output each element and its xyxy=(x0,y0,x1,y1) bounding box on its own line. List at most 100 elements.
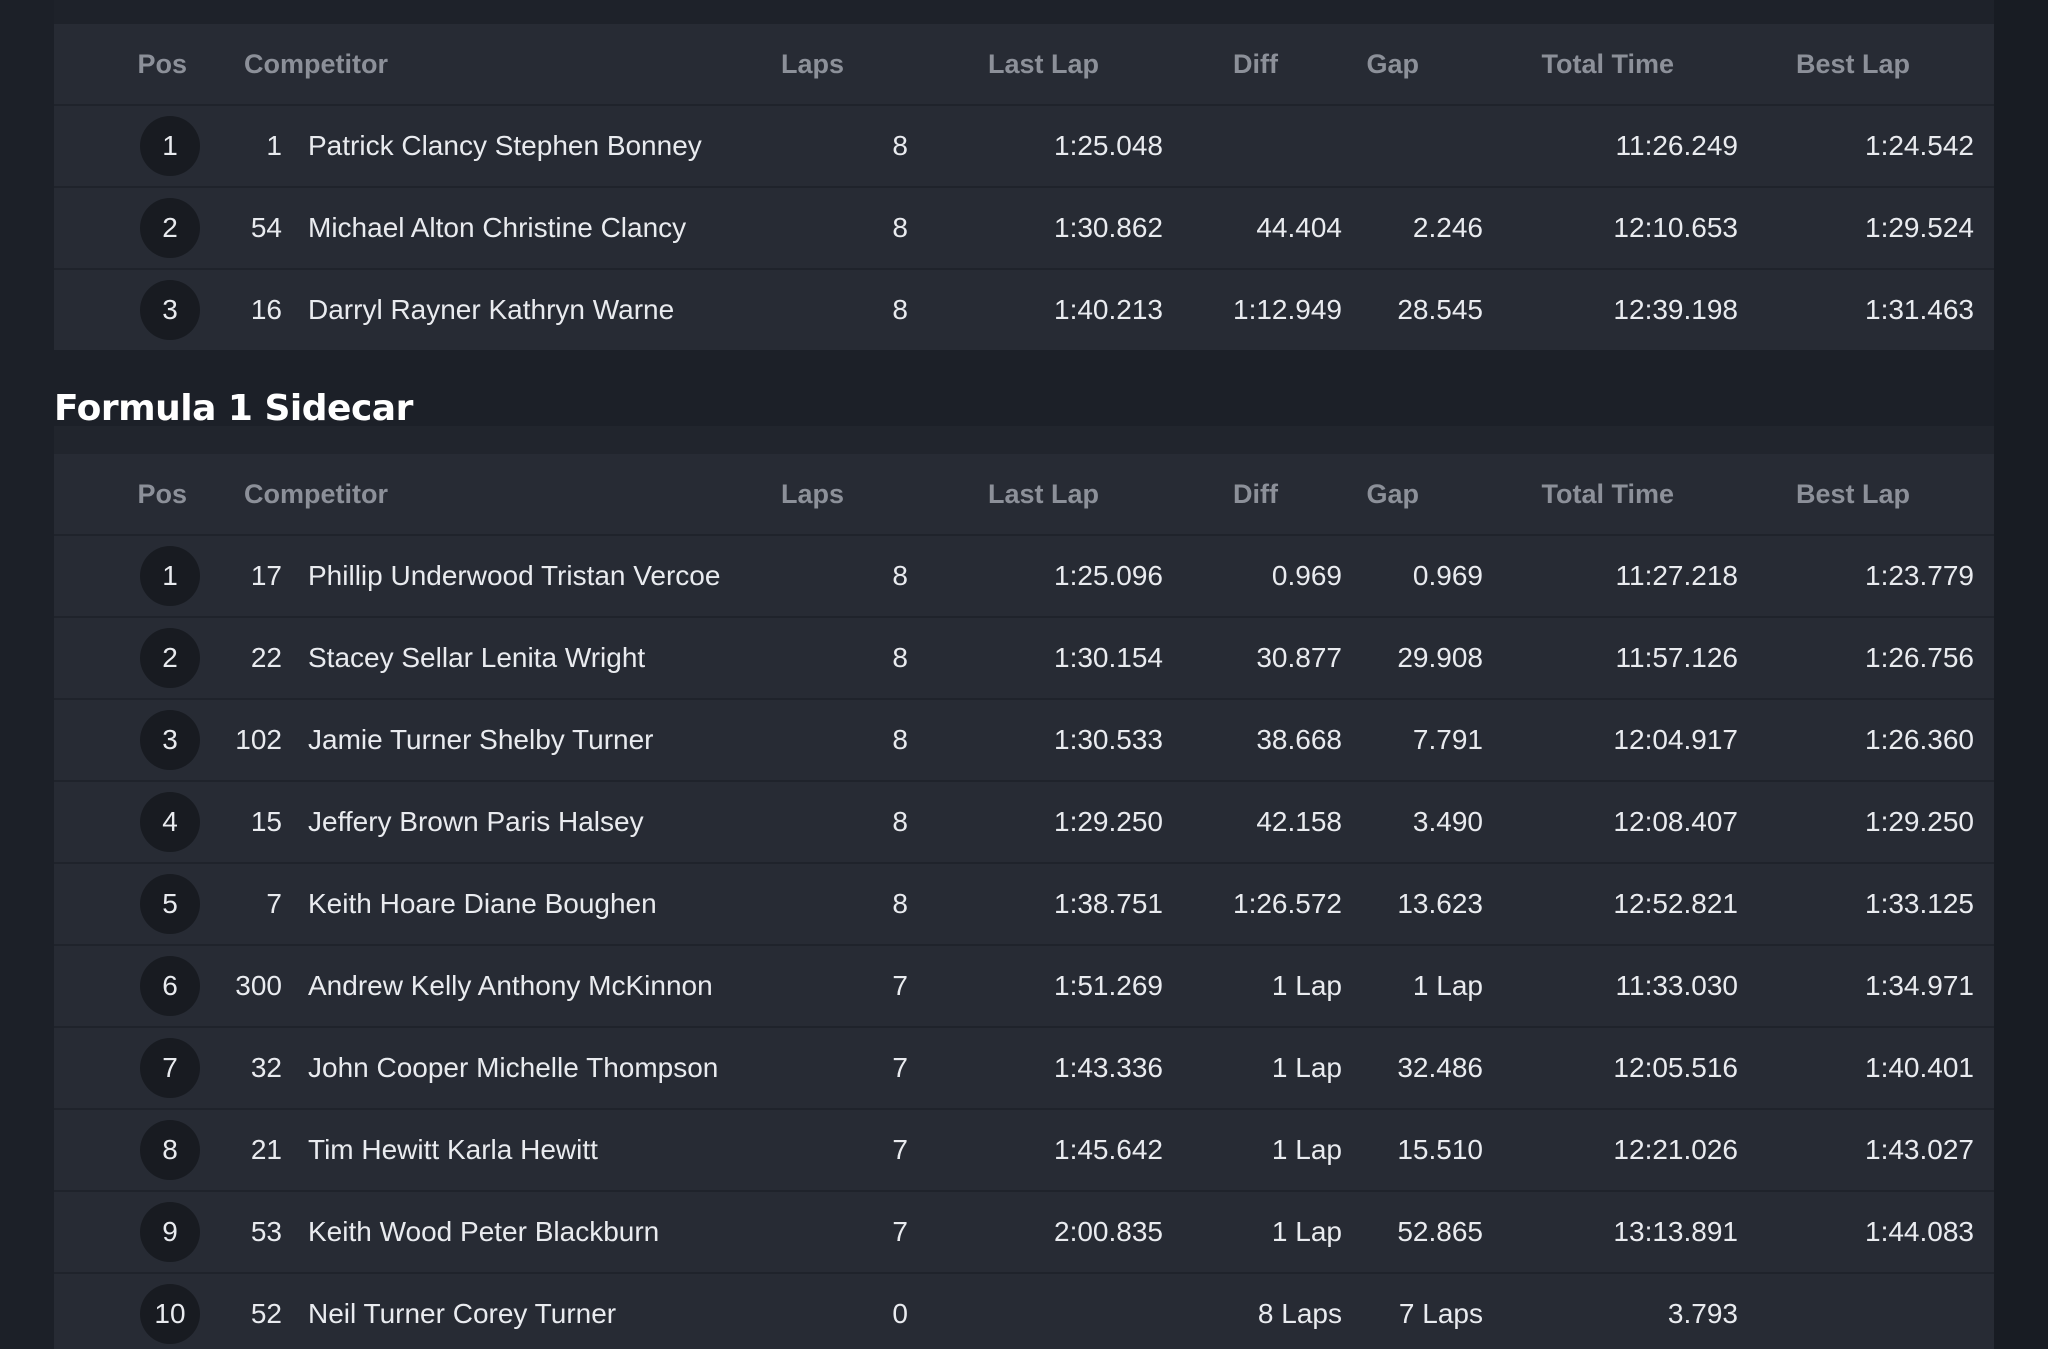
header-best-lap[interactable]: Best Lap xyxy=(1674,479,1910,510)
position-badge: 10 xyxy=(140,1284,200,1344)
laps-cell: 7 xyxy=(892,1134,908,1165)
table-row[interactable]: 6 300 Andrew Kelly Anthony McKinnon 7 1:51.2… xyxy=(54,946,1994,1028)
competitor-number: 16 xyxy=(250,294,282,325)
last-lap-cell: 1:45.642 xyxy=(1054,1134,1163,1165)
results-page: Pos Competitor Laps Last Lap Diff Gap To… xyxy=(0,0,2048,1349)
diff-cell: 30.877 xyxy=(1256,642,1342,673)
position-badge: 3 xyxy=(140,280,200,340)
best-lap-cell: 1:40.401 xyxy=(1865,1052,1974,1083)
header-diff[interactable]: Diff xyxy=(1099,49,1278,80)
pos-cell: 3 xyxy=(54,710,200,770)
diff-cell: 1:26.572 xyxy=(1233,888,1342,919)
laps-cell: 8 xyxy=(892,212,908,243)
gap-cell: 0.969 xyxy=(1412,560,1483,591)
competitor-name[interactable]: Michael Alton Christine Clancy xyxy=(308,212,798,244)
competitor-number: 32 xyxy=(250,1052,282,1083)
table-row[interactable]: 2 54 Michael Alton Christine Clancy 8 1:30.8… xyxy=(54,188,1994,270)
competitor-number: 7 xyxy=(266,888,282,919)
header-total-time[interactable]: Total Time xyxy=(1419,479,1674,510)
total-time-cell: 12:21.026 xyxy=(1613,1134,1738,1165)
last-lap-cell: 1:43.336 xyxy=(1054,1052,1163,1083)
diff-cell: 44.404 xyxy=(1256,212,1342,243)
competitor-name[interactable]: Jeffery Brown Paris Halsey xyxy=(308,806,798,838)
competitor-name[interactable]: Phillip Underwood Tristan Vercoe xyxy=(308,560,798,592)
section-title: Formula 1 Sidecar xyxy=(54,388,413,429)
competitor-name[interactable]: Keith Hoare Diane Boughen xyxy=(308,888,798,920)
total-time-cell: 12:04.917 xyxy=(1613,724,1738,755)
pos-cell: 4 xyxy=(54,792,200,852)
header-pos[interactable]: Pos xyxy=(54,49,244,80)
laps-cell: 8 xyxy=(892,642,908,673)
competitor-name[interactable]: Keith Wood Peter Blackburn xyxy=(308,1216,798,1248)
diff-cell: 1:12.949 xyxy=(1233,294,1342,325)
header-gap[interactable]: Gap xyxy=(1278,479,1419,510)
competitor-number: 15 xyxy=(250,806,282,837)
header-competitor[interactable]: Competitor xyxy=(244,479,734,510)
last-lap-cell: 1:40.213 xyxy=(1054,294,1163,325)
best-lap-cell: 1:29.250 xyxy=(1865,806,1974,837)
table-row[interactable]: 3 102 Jamie Turner Shelby Turner 8 1:30.533 3… xyxy=(54,700,1994,782)
position-badge: 1 xyxy=(140,546,200,606)
header-last-lap[interactable]: Last Lap xyxy=(844,49,1099,80)
pos-cell: 10 xyxy=(54,1284,200,1344)
gap-cell: 29.908 xyxy=(1397,642,1483,673)
table-row[interactable]: 1 1 Patrick Clancy Stephen Bonney 8 1:25.048… xyxy=(54,106,1994,188)
header-last-lap[interactable]: Last Lap xyxy=(844,479,1099,510)
position-badge: 9 xyxy=(140,1202,200,1262)
competitor-name[interactable]: Patrick Clancy Stephen Bonney xyxy=(308,130,798,162)
competitor-name[interactable]: Stacey Sellar Lenita Wright xyxy=(308,642,798,674)
page-margin xyxy=(1994,0,2048,1349)
gap-cell: 3.490 xyxy=(1412,806,1483,837)
total-time-cell: 11:33.030 xyxy=(1615,970,1739,1001)
header-pos[interactable]: Pos xyxy=(54,479,244,510)
competitor-number: 52 xyxy=(250,1298,282,1329)
competitor-name[interactable]: Neil Turner Corey Turner xyxy=(308,1298,798,1330)
competitor-name[interactable]: Tim Hewitt Karla Hewitt xyxy=(308,1134,798,1166)
position-badge: 3 xyxy=(140,710,200,770)
top-band xyxy=(54,0,1994,24)
position-badge: 4 xyxy=(140,792,200,852)
competitor-name[interactable]: John Cooper Michelle Thompson xyxy=(308,1052,798,1084)
gap-cell: 2.246 xyxy=(1412,212,1483,243)
header-total-time[interactable]: Total Time xyxy=(1419,49,1674,80)
table-row[interactable]: 1 17 Phillip Underwood Tristan Vercoe 8 1:25… xyxy=(54,536,1994,618)
best-lap-cell: 1:34.971 xyxy=(1865,970,1974,1001)
header-diff[interactable]: Diff xyxy=(1099,479,1278,510)
last-lap-cell: 1:25.048 xyxy=(1054,130,1163,161)
table-row[interactable]: 8 21 Tim Hewitt Karla Hewitt 7 1:45.642 1 Lap… xyxy=(54,1110,1994,1192)
best-lap-cell: 1:43.027 xyxy=(1865,1134,1974,1165)
table-row[interactable]: 10 52 Neil Turner Corey Turner 0 8 Laps 7 Lap… xyxy=(54,1274,1994,1349)
best-lap-cell: 1:26.756 xyxy=(1865,642,1974,673)
total-time-cell: 11:27.218 xyxy=(1615,560,1739,591)
header-laps[interactable]: Laps xyxy=(734,49,844,80)
diff-cell: 8 Laps xyxy=(1257,1298,1342,1329)
table-row[interactable]: 2 22 Stacey Sellar Lenita Wright 8 1:30.154 3… xyxy=(54,618,1994,700)
table-row[interactable]: 3 16 Darryl Rayner Kathryn Warne 8 1:40.213 1… xyxy=(54,270,1994,350)
total-time-cell: 12:39.198 xyxy=(1613,294,1738,325)
header-competitor[interactable]: Competitor xyxy=(244,49,734,80)
results-table-1: Pos Competitor Laps Last Lap Diff Gap To… xyxy=(54,24,1994,350)
laps-cell: 7 xyxy=(892,970,908,1001)
competitor-name[interactable]: Darryl Rayner Kathryn Warne xyxy=(308,294,798,326)
competitor-number: 1 xyxy=(266,130,282,161)
position-badge: 6 xyxy=(140,956,200,1016)
pos-cell: 7 xyxy=(54,1038,200,1098)
laps-cell: 8 xyxy=(892,294,908,325)
table-row[interactable]: 4 15 Jeffery Brown Paris Halsey 8 1:29.250 42… xyxy=(54,782,1994,864)
table-row[interactable]: 9 53 Keith Wood Peter Blackburn 7 2:00.835 1 … xyxy=(54,1192,1994,1274)
table-row[interactable]: 5 7 Keith Hoare Diane Boughen 8 1:38.751 1:26… xyxy=(54,864,1994,946)
pos-cell: 3 xyxy=(54,280,200,340)
diff-cell: 1 Lap xyxy=(1271,1052,1342,1083)
pos-cell: 9 xyxy=(54,1202,200,1262)
laps-cell: 8 xyxy=(892,130,908,161)
best-lap-cell: 1:29.524 xyxy=(1865,212,1974,243)
header-laps[interactable]: Laps xyxy=(734,479,844,510)
best-lap-cell: 1:26.360 xyxy=(1865,724,1974,755)
competitor-name[interactable]: Andrew Kelly Anthony McKinnon xyxy=(308,970,798,1002)
competitor-name[interactable]: Jamie Turner Shelby Turner xyxy=(308,724,798,756)
header-best-lap[interactable]: Best Lap xyxy=(1674,49,1910,80)
table-row[interactable]: 7 32 John Cooper Michelle Thompson 7 1:43.33… xyxy=(54,1028,1994,1110)
diff-cell: 42.158 xyxy=(1256,806,1342,837)
total-time-cell: 12:05.516 xyxy=(1613,1052,1738,1083)
header-gap[interactable]: Gap xyxy=(1278,49,1419,80)
